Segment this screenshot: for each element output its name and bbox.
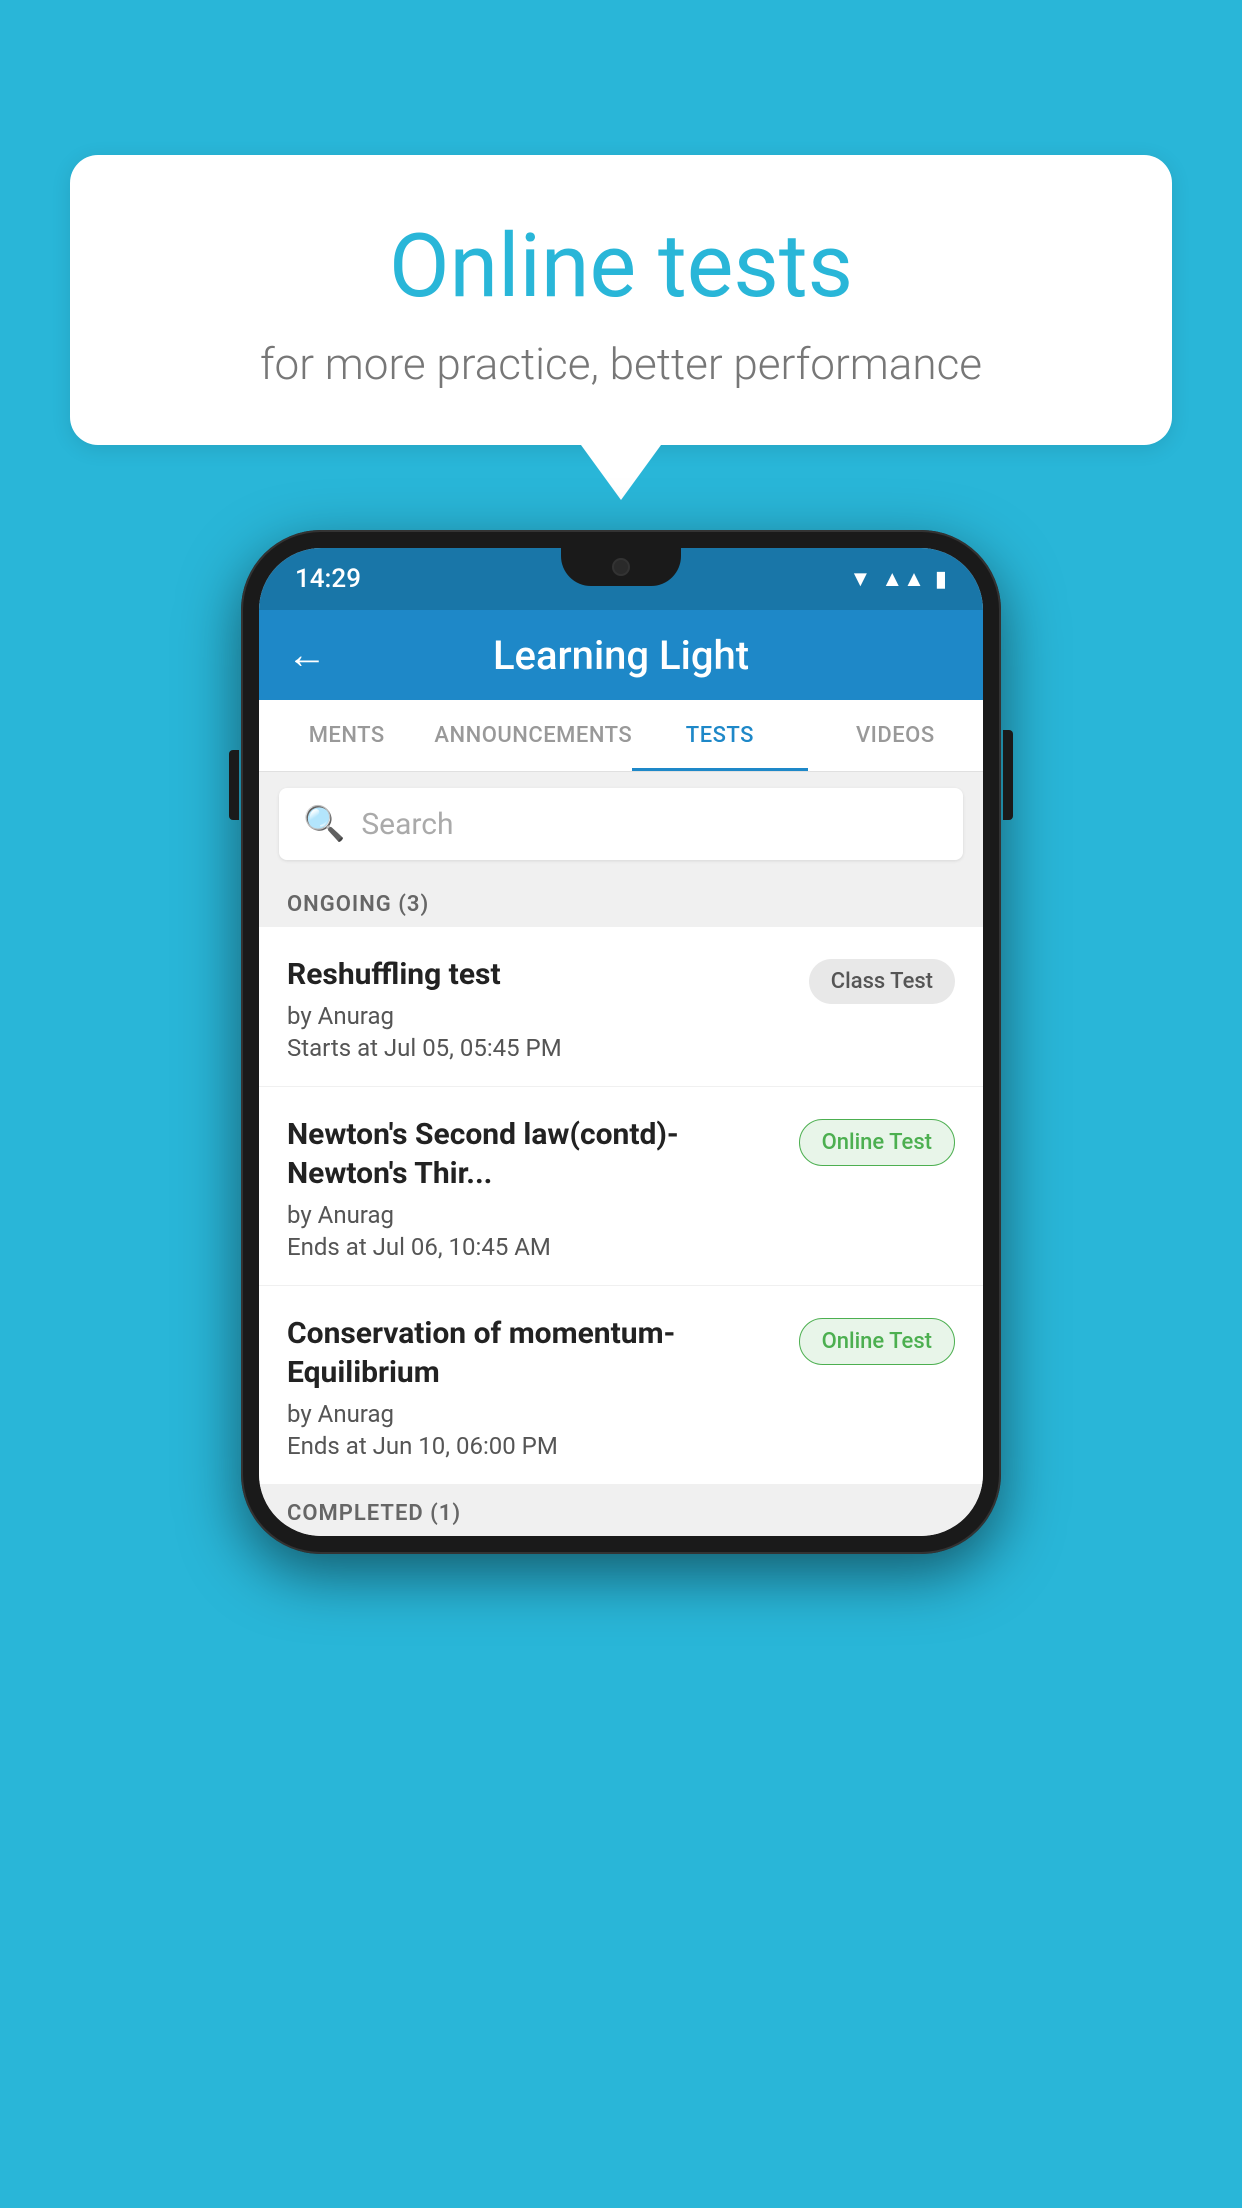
test-badge-3: Online Test	[799, 1318, 955, 1365]
test-info-1: Reshuffling test by Anurag Starts at Jul…	[287, 955, 789, 1062]
test-info-3: Conservation of momentum-Equilibrium by …	[287, 1314, 779, 1460]
search-icon: 🔍	[303, 804, 345, 844]
search-container: 🔍 Search	[259, 772, 983, 876]
status-bar: 14:29 ▼ ▲▲ ▮	[259, 548, 983, 610]
app-header: ← Learning Light	[259, 610, 983, 700]
speech-bubble-title: Online tests	[130, 215, 1112, 318]
speech-bubble-subtitle: for more practice, better performance	[130, 338, 1112, 390]
speech-bubble: Online tests for more practice, better p…	[70, 155, 1172, 445]
phone-outer: 14:29 ▼ ▲▲ ▮ ← Learning Light MENTS ANNO…	[241, 530, 1001, 1554]
camera-dot	[612, 558, 630, 576]
search-box[interactable]: 🔍 Search	[279, 788, 963, 860]
test-name-1: Reshuffling test	[287, 955, 789, 994]
test-date-2: Ends at Jul 06, 10:45 AM	[287, 1233, 779, 1261]
wifi-icon: ▼	[850, 566, 872, 592]
test-badge-1: Class Test	[809, 959, 955, 1004]
phone-screen: 14:29 ▼ ▲▲ ▮ ← Learning Light MENTS ANNO…	[259, 548, 983, 1536]
test-author-2: by Anurag	[287, 1201, 779, 1229]
status-time: 14:29	[295, 564, 361, 594]
tab-ments[interactable]: MENTS	[259, 700, 434, 771]
tabs-bar: MENTS ANNOUNCEMENTS TESTS VIDEOS	[259, 700, 983, 772]
test-item-2[interactable]: Newton's Second law(contd)-Newton's Thir…	[259, 1087, 983, 1286]
tab-announcements[interactable]: ANNOUNCEMENTS	[434, 700, 632, 771]
test-badge-2: Online Test	[799, 1119, 955, 1166]
status-icons: ▼ ▲▲ ▮	[850, 566, 947, 592]
tab-tests[interactable]: TESTS	[632, 700, 807, 771]
test-info-2: Newton's Second law(contd)-Newton's Thir…	[287, 1115, 779, 1261]
speech-bubble-container: Online tests for more practice, better p…	[70, 155, 1172, 500]
test-item-3[interactable]: Conservation of momentum-Equilibrium by …	[259, 1286, 983, 1485]
tab-videos[interactable]: VIDEOS	[808, 700, 983, 771]
speech-bubble-arrow	[581, 445, 661, 500]
test-date-3: Ends at Jun 10, 06:00 PM	[287, 1432, 779, 1460]
search-placeholder: Search	[361, 807, 453, 842]
ongoing-section-header: ONGOING (3)	[259, 876, 983, 927]
test-author-3: by Anurag	[287, 1400, 779, 1428]
test-name-3: Conservation of momentum-Equilibrium	[287, 1314, 779, 1392]
test-list: Reshuffling test by Anurag Starts at Jul…	[259, 927, 983, 1485]
completed-section-header: COMPLETED (1)	[259, 1485, 983, 1536]
test-name-2: Newton's Second law(contd)-Newton's Thir…	[287, 1115, 779, 1193]
test-date-1: Starts at Jul 05, 05:45 PM	[287, 1034, 789, 1062]
back-button[interactable]: ←	[287, 635, 327, 675]
phone-mockup: 14:29 ▼ ▲▲ ▮ ← Learning Light MENTS ANNO…	[241, 530, 1001, 1554]
signal-icon: ▲▲	[881, 566, 925, 592]
test-author-1: by Anurag	[287, 1002, 789, 1030]
app-title: Learning Light	[347, 632, 895, 679]
test-item-1[interactable]: Reshuffling test by Anurag Starts at Jul…	[259, 927, 983, 1087]
notch	[561, 548, 681, 586]
battery-icon: ▮	[935, 567, 947, 592]
